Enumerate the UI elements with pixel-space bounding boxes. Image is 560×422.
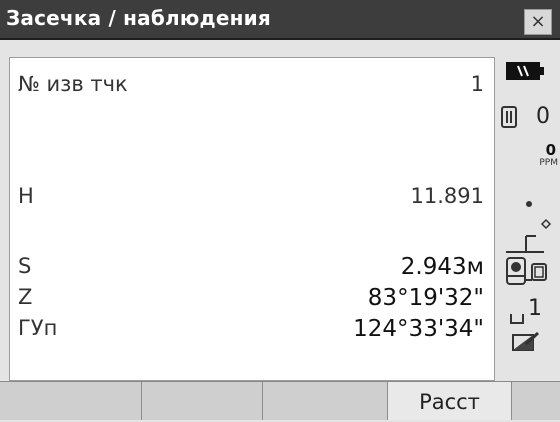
horizontal-angle-row: ГУп 124°33'34" xyxy=(10,316,494,348)
zenith-angle-value: 83°19'32" xyxy=(367,285,484,311)
target-value: 0 xyxy=(536,104,550,129)
slope-distance-row: S 2.943м xyxy=(10,254,494,286)
zenith-angle-label: Z xyxy=(18,285,33,309)
target-icon xyxy=(500,106,518,132)
zenith-angle-row: Z 83°19'32" xyxy=(10,285,494,317)
ppm-indicator: 0 PPM xyxy=(524,141,558,177)
close-button[interactable]: × xyxy=(524,9,552,35)
distance-measure-button[interactable]: Расст xyxy=(388,382,512,420)
title-bar: Засечка / наблюдения × xyxy=(0,0,560,40)
face-indicator: 1 xyxy=(510,296,556,326)
ppm-value: 0 xyxy=(545,141,556,159)
status-sidebar: 0 0 PPM 1 xyxy=(496,42,560,380)
softkey-5[interactable] xyxy=(512,382,560,420)
softkey-2[interactable] xyxy=(142,382,263,420)
face-icon xyxy=(510,310,524,329)
horizontal-angle-label: ГУп xyxy=(18,316,58,340)
height-value: 11.891 xyxy=(410,184,484,208)
tilt-compensation-icon xyxy=(504,218,556,258)
softkey-3[interactable] xyxy=(263,382,388,420)
instrument-icon xyxy=(504,256,556,292)
height-label: H xyxy=(18,184,34,208)
horizontal-angle-value: 124°33'34" xyxy=(353,316,484,342)
input-mode-icon xyxy=(512,331,540,356)
window-title: Засечка / наблюдения xyxy=(6,6,271,30)
point-number-row: № изв тчк 1 xyxy=(10,72,494,104)
point-number-value: 1 xyxy=(470,72,484,96)
softkey-bar: Расст xyxy=(0,381,560,420)
target-indicator: 0 xyxy=(500,104,560,134)
softkey-1[interactable] xyxy=(0,382,142,420)
battery-icon xyxy=(506,62,544,84)
ppm-unit: PPM xyxy=(539,158,558,168)
point-number-label: № изв тчк xyxy=(18,72,128,96)
slope-distance-value: 2.943м xyxy=(400,254,484,280)
close-icon: × xyxy=(530,11,546,32)
height-row: H 11.891 xyxy=(10,184,494,216)
prism-icon xyxy=(524,194,534,213)
slope-distance-label: S xyxy=(18,254,32,278)
observation-panel: № изв тчк 1 H 11.891 S 2.943м Z 83°19'32… xyxy=(9,57,495,381)
face-value: 1 xyxy=(528,296,542,321)
